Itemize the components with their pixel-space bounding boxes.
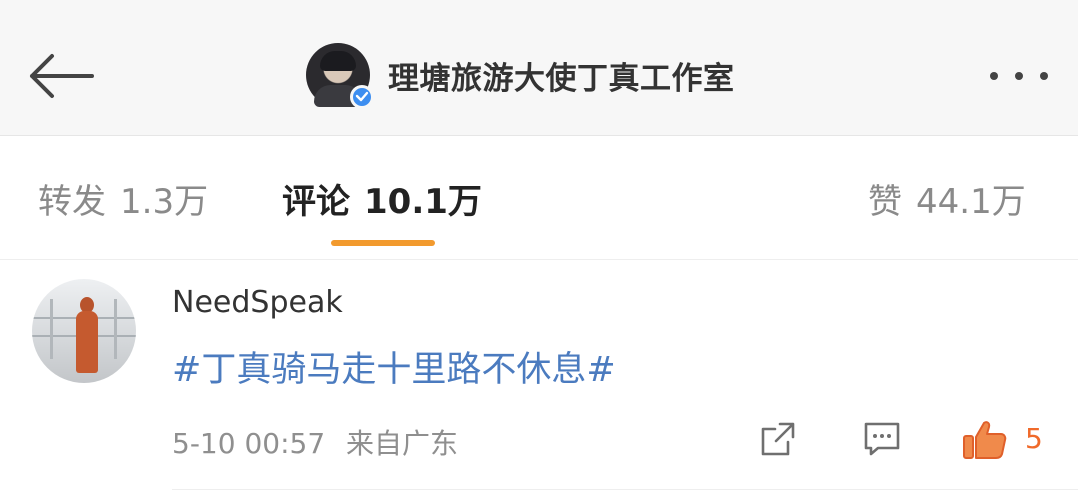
comment-location: 来自广东 [346,427,459,460]
account-title[interactable]: 理塘旅游大使丁真工作室 [306,43,735,109]
tab-label: 赞 [868,181,902,222]
tab-likes[interactable]: 赞 44.1万 [868,176,1026,222]
tab-reposts[interactable]: 转发 1.3万 [38,176,209,222]
arrow-left-icon [30,54,94,98]
share-icon [761,422,795,456]
divider [172,489,1078,490]
page-title: 理塘旅游大使丁真工作室 [388,60,735,97]
like-count: 5 [1025,422,1043,455]
reply-button[interactable] [862,419,902,459]
avatar[interactable] [306,43,374,109]
avatar[interactable] [32,279,136,383]
tab-count: 44.1万 [916,181,1026,222]
comment-text[interactable]: #丁真骑马走十里路不休息# [172,341,616,392]
comment-username[interactable]: NeedSpeak [172,285,343,320]
active-tab-indicator [331,240,435,246]
tab-label: 评论 [282,181,350,222]
verified-badge-icon [350,85,374,109]
comment-item: NeedSpeak #丁真骑马走十里路不休息# 5-10 00:57 来自广东 … [0,261,1078,500]
tab-label: 转发 [38,181,106,222]
more-button[interactable] [984,60,1054,92]
thumbs-up-icon [963,421,1007,459]
top-nav-bar: 理塘旅游大使丁真工作室 [0,0,1078,136]
comment-meta: 5-10 00:57 来自广东 [172,422,458,462]
comment-date: 5-10 00:57 [172,427,326,460]
tab-count: 10.1万 [364,181,482,222]
tab-comments[interactable]: 评论 10.1万 [282,176,482,222]
tab-count: 1.3万 [120,181,209,222]
share-button[interactable] [758,419,798,459]
reply-icon [864,422,900,456]
tab-bar: 转发 1.3万 评论 10.1万 赞 44.1万 [0,136,1078,260]
more-dots-icon [990,72,998,80]
back-button[interactable] [22,44,98,108]
like-button[interactable] [962,419,1007,459]
